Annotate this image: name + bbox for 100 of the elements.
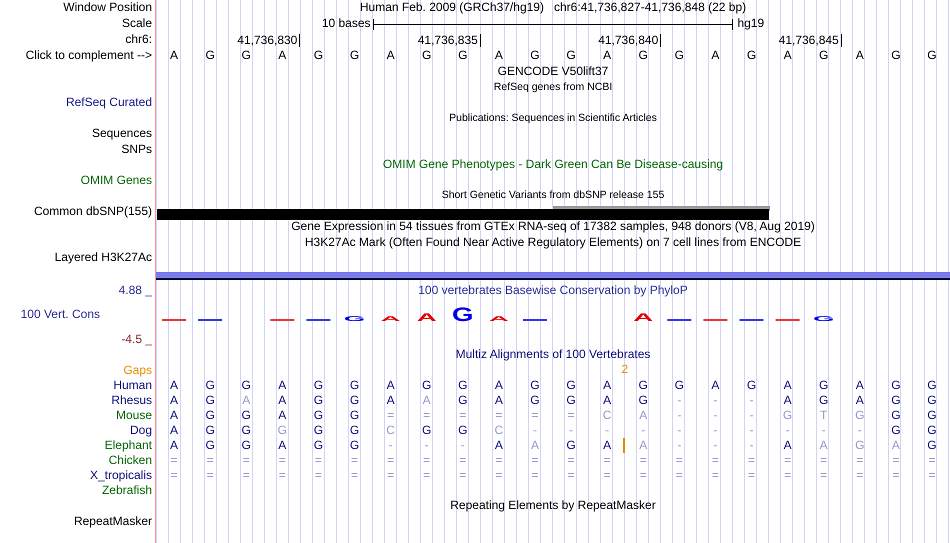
base-letter: = [712, 452, 719, 468]
base-letter: G [891, 48, 901, 64]
base-letter: - [749, 422, 754, 438]
base-letter: T [820, 408, 828, 423]
base-letter: A [820, 438, 828, 453]
base-letter: G [855, 408, 864, 423]
base-letter: A [170, 392, 178, 408]
base-letter: G [205, 438, 215, 453]
species-label[interactable]: Mouse [116, 408, 152, 422]
base-letter: = [278, 452, 286, 468]
base-letter: = [170, 468, 178, 483]
base-letter: - [858, 422, 862, 438]
track-title: GENCODE V50lift37 [498, 64, 608, 80]
base-letter: G [927, 438, 937, 453]
track-label[interactable]: 100 Vert. Cons [0, 307, 152, 323]
track-label[interactable]: RefSeq Curated [66, 95, 152, 109]
base-letter: G [242, 438, 251, 453]
base-letter: = [206, 468, 214, 483]
base-letter: A [386, 48, 395, 64]
base-letter: G [927, 408, 937, 423]
base-letter: = [928, 468, 936, 483]
base-letter: A [639, 438, 648, 453]
track-label[interactable]: RepeatMasker [74, 514, 152, 528]
base-letter: A [784, 48, 792, 64]
base-letter: = [423, 452, 430, 468]
base-letter: G [350, 48, 360, 64]
base-letter: - [677, 392, 682, 408]
base-letter: A [494, 48, 503, 64]
base-letter: = [820, 452, 828, 468]
base-letter: = [784, 452, 792, 468]
track-label[interactable]: OMIM Genes [80, 172, 152, 186]
scale-length: 10 bases [322, 16, 372, 32]
logo-letter: A [416, 311, 437, 324]
base-letter: G [350, 408, 360, 423]
base-letter: A [603, 48, 612, 64]
base-letter: G [278, 422, 287, 438]
track-label[interactable]: Layered H3K27Ac [54, 250, 152, 264]
position-range: chr6:41,736,827-41,736,848 (22 bp) [554, 0, 746, 16]
base-letter: = [206, 452, 214, 468]
base-letter: - [749, 408, 754, 423]
base-letter: A [711, 378, 720, 393]
species-label[interactable]: Chicken [108, 452, 152, 466]
base-letter: A [639, 408, 648, 423]
base-letter: = [892, 468, 900, 483]
base-letter: = [820, 468, 828, 483]
base-letter: G [458, 48, 468, 64]
track-label[interactable]: Common dbSNP(155) [34, 204, 152, 218]
base-letter: A [892, 438, 900, 453]
base-letter: A [494, 392, 503, 408]
base-letter: A [494, 378, 503, 393]
base-letter: = [892, 452, 900, 468]
species-label[interactable]: Human [113, 378, 152, 392]
species-label[interactable]: Dog [130, 422, 152, 436]
base-letter: G [422, 48, 432, 64]
base-letter: - [677, 422, 682, 438]
base-letter: A [711, 48, 720, 64]
species-label[interactable]: Zebrafish [102, 482, 152, 496]
base-letter: G [891, 408, 901, 423]
base-letter: = [350, 468, 358, 483]
base-letter: = [604, 452, 611, 468]
complement-link[interactable]: Click to complement --> [26, 48, 152, 62]
base-letter: = [459, 408, 466, 423]
coordinate-tick: 41,736,845 [778, 34, 842, 46]
base-letter: = [531, 468, 538, 483]
species-label[interactable]: X_tropicalis [90, 468, 152, 482]
base-letter: A [603, 438, 612, 453]
species-label[interactable]: Rhesus [111, 392, 152, 406]
base-letter: A [856, 392, 864, 408]
base-letter: = [314, 468, 322, 483]
track-label[interactable]: Sequences [92, 126, 152, 140]
base-letter: A [603, 378, 612, 393]
species-label[interactable]: Elephant [104, 438, 152, 452]
track-title: Gene Expression in 54 tissues from GTEx RNA-seq of 17382 samples, 948 donors (V8, Aug 2019) [291, 219, 815, 234]
base-letter: A [242, 392, 250, 408]
base-letter: G [350, 438, 360, 453]
base-letter: - [605, 422, 610, 438]
base-letter: A [278, 392, 286, 408]
track-label[interactable]: SNPs [121, 142, 152, 156]
base-letter: = [459, 452, 466, 468]
base-letter: G [638, 378, 648, 393]
base-letter: G [205, 378, 215, 393]
base-letter: = [856, 452, 864, 468]
axis-max-label: 4.88 _ [118, 282, 152, 298]
base-letter: - [749, 438, 754, 453]
base-letter: G [819, 392, 828, 408]
coordinate-tick: 41,736,840 [598, 34, 662, 46]
base-letter: G [350, 422, 360, 438]
base-letter: G [205, 48, 215, 64]
base-letter: = [568, 408, 575, 423]
base-letter: A [856, 48, 864, 64]
base-letter: - [713, 392, 718, 408]
base-letter: = [495, 452, 502, 468]
row-label: Scale [122, 16, 152, 30]
base-letter: A [278, 408, 286, 423]
base-letter: - [569, 422, 574, 438]
base-letter: = [748, 468, 755, 483]
base-letter: G [314, 438, 324, 453]
base-letter: G [350, 378, 360, 393]
track-title: Publications: Sequences in Scientific Articles [449, 110, 657, 126]
base-letter: G [746, 48, 756, 64]
